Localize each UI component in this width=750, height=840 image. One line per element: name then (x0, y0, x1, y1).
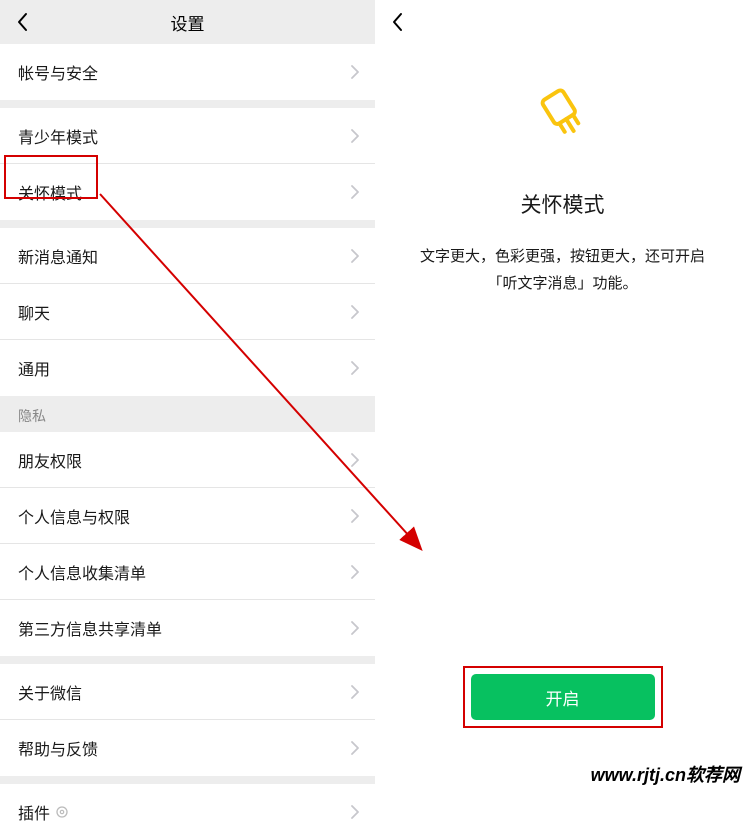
row-label: 青少年模式 (18, 124, 98, 148)
row-account-security[interactable]: 帐号与安全 (0, 44, 375, 100)
chevron-left-icon (16, 12, 28, 32)
row-label: 朋友权限 (18, 448, 82, 472)
row-plugins[interactable]: 插件 (0, 784, 375, 840)
row-label: 个人信息收集清单 (18, 560, 146, 584)
row-personal-info-permission[interactable]: 个人信息与权限 (0, 488, 375, 544)
chevron-left-icon (391, 12, 403, 32)
row-label: 通用 (18, 356, 50, 380)
section-gap (0, 100, 375, 108)
gear-icon (55, 805, 69, 819)
section-gap (0, 656, 375, 664)
page-title: 设置 (171, 10, 205, 35)
row-teen-mode[interactable]: 青少年模式 (0, 108, 375, 164)
section-header-privacy: 隐私 (0, 396, 375, 432)
row-personal-info-collection[interactable]: 个人信息收集清单 (0, 544, 375, 600)
row-label: 新消息通知 (18, 244, 98, 268)
back-button[interactable] (385, 10, 409, 34)
row-label: 个人信息与权限 (18, 504, 130, 528)
row-chat[interactable]: 聊天 (0, 284, 375, 340)
chevron-right-icon (351, 453, 359, 467)
care-content: 关怀模式 文字更大，色彩更强，按钮更大，还可开启 「听文字消息」功能。 (375, 44, 750, 297)
row-general[interactable]: 通用 (0, 340, 375, 396)
chevron-right-icon (351, 305, 359, 319)
chevron-right-icon (351, 65, 359, 79)
chevron-right-icon (351, 509, 359, 523)
row-text: 插件 (18, 800, 50, 824)
annotation-highlight-enable: 开启 (463, 666, 663, 728)
row-label: 帐号与安全 (18, 60, 98, 84)
watermark: www.rjtj.cn软荐网 (591, 761, 740, 787)
chevron-right-icon (351, 565, 359, 579)
desc-line: 「听文字消息」功能。 (420, 270, 705, 297)
row-new-msg-notify[interactable]: 新消息通知 (0, 228, 375, 284)
row-third-party-sharing[interactable]: 第三方信息共享清单 (0, 600, 375, 656)
row-label: 插件 (18, 800, 69, 824)
row-friend-permission[interactable]: 朋友权限 (0, 432, 375, 488)
chevron-right-icon (351, 361, 359, 375)
row-about-wechat[interactable]: 关于微信 (0, 664, 375, 720)
enable-button[interactable]: 开启 (471, 674, 655, 720)
chevron-right-icon (351, 741, 359, 755)
chevron-right-icon (351, 805, 359, 819)
settings-header: 设置 (0, 0, 375, 44)
back-button[interactable] (10, 10, 34, 34)
row-care-mode[interactable]: 关怀模式 (0, 164, 375, 220)
row-label: 聊天 (18, 300, 50, 324)
desc-line: 文字更大，色彩更强，按钮更大，还可开启 (420, 243, 705, 270)
care-header (375, 0, 750, 44)
settings-panel: 设置 帐号与安全 青少年模式 关怀模式 新消息通知 (0, 0, 375, 793)
row-help-feedback[interactable]: 帮助与反馈 (0, 720, 375, 776)
care-mode-icon (533, 84, 593, 149)
chevron-right-icon (351, 129, 359, 143)
chevron-right-icon (351, 249, 359, 263)
chevron-right-icon (351, 185, 359, 199)
row-label: 关于微信 (18, 680, 82, 704)
care-mode-panel: 关怀模式 文字更大，色彩更强，按钮更大，还可开启 「听文字消息」功能。 开启 (375, 0, 750, 793)
row-label: 帮助与反馈 (18, 736, 98, 760)
section-gap (0, 776, 375, 784)
row-label: 关怀模式 (18, 180, 82, 204)
row-label: 第三方信息共享清单 (18, 616, 162, 640)
section-gap (0, 220, 375, 228)
care-mode-title: 关怀模式 (521, 189, 605, 219)
chevron-right-icon (351, 685, 359, 699)
care-mode-description: 文字更大，色彩更强，按钮更大，还可开启 「听文字消息」功能。 (400, 243, 725, 297)
chevron-right-icon (351, 621, 359, 635)
